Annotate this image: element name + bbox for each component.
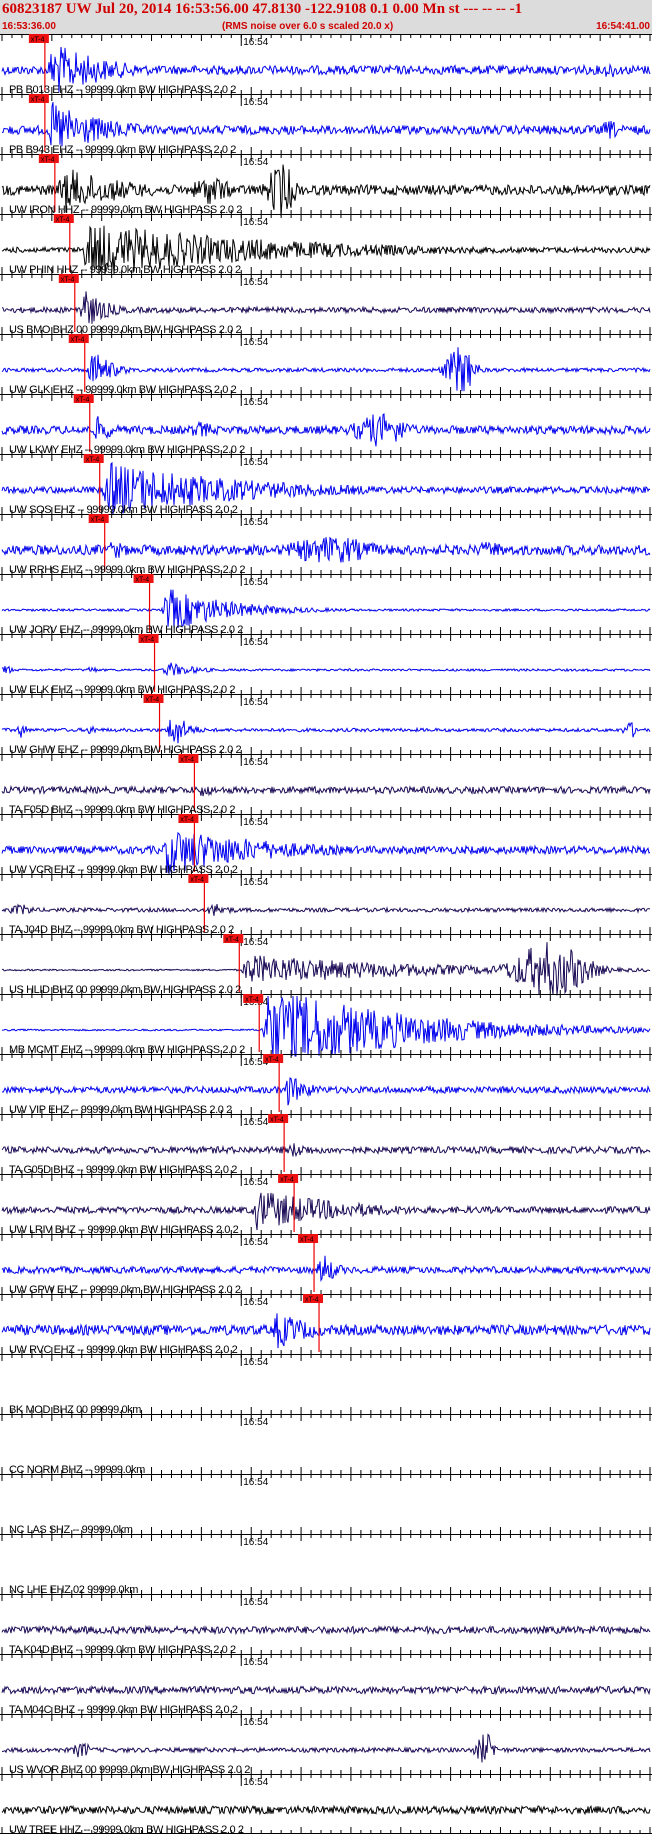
minute-label: 16:54: [243, 1537, 268, 1548]
pick-label: xT-4: [136, 577, 150, 584]
waveform-trace: [1, 1804, 651, 1816]
pick-label: xT-4: [245, 997, 259, 1004]
waveform-trace: [1, 589, 651, 628]
pick-label: xT-4: [31, 97, 45, 104]
minute-label: 16:54: [243, 1477, 268, 1488]
waveform-trace: [1, 1255, 651, 1282]
waveform-trace: [1, 102, 651, 147]
waveform-trace: [1, 1684, 651, 1696]
minute-label: 16:54: [243, 1177, 268, 1188]
pick-label: xT-4: [270, 1117, 284, 1124]
minute-label: 16:54: [243, 1657, 268, 1668]
header-bar: 60823187 UW Jul 20, 2014 16:53:56.00 47.…: [0, 0, 652, 35]
minute-label: 16:54: [243, 817, 268, 828]
start-time-label: 16:53:36.00: [2, 21, 56, 32]
station-label: UW TREE HHZ -- 99999.0km BW HIGHPASS 2.0…: [9, 1824, 244, 1836]
pick-label: xT-4: [61, 277, 75, 284]
pick-label: xT-4: [280, 1177, 294, 1184]
waveform-trace: [1, 662, 651, 677]
minute-label: 16:54: [243, 1357, 268, 1368]
minute-label: 16:54: [243, 97, 268, 108]
seismogram-panel: 16:54xT-4PB B013 EHZ -- 99999.0km BW HIG…: [0, 34, 652, 1836]
pick-label: xT-4: [31, 37, 45, 44]
minute-label: 16:54: [243, 1297, 268, 1308]
waveform-trace: [1, 719, 651, 744]
pick-label: xT-4: [91, 517, 105, 524]
minute-label: 16:54: [243, 877, 268, 888]
pick-label: xT-4: [86, 457, 100, 464]
pick-label: xT-4: [71, 337, 85, 344]
minute-label: 16:54: [243, 157, 268, 168]
waveform-trace: [1, 784, 651, 797]
waveform-trace: [1, 1733, 651, 1763]
pick-label: xT-4: [190, 877, 204, 884]
pick-label: xT-4: [180, 757, 194, 764]
minute-label: 16:54: [243, 397, 268, 408]
waveform-trace: [1, 1077, 651, 1106]
waveform-trace: [1, 903, 651, 916]
waveform-trace: [1, 1143, 651, 1158]
pick-label: xT-4: [141, 637, 155, 644]
pick-label: xT-4: [305, 1297, 319, 1304]
minute-label: 16:54: [243, 37, 268, 48]
waveform-trace: [1, 1313, 651, 1349]
minute-label: 16:54: [243, 577, 268, 588]
waveform-trace: [1, 536, 651, 563]
pick-label: xT-4: [76, 397, 90, 404]
minute-label: 16:54: [243, 457, 268, 468]
minute-label: 16:54: [243, 1117, 268, 1128]
end-time-label: 16:54:41.00: [596, 21, 650, 32]
event-title: 60823187 UW Jul 20, 2014 16:53:56.00 47.…: [2, 1, 523, 17]
minute-label: 16:54: [243, 937, 268, 948]
minute-label: 16:54: [243, 277, 268, 288]
waveform-trace: [1, 291, 651, 324]
minute-label: 16:54: [243, 757, 268, 768]
minute-label: 16:54: [243, 517, 268, 528]
pick-label: xT-4: [265, 1057, 279, 1064]
noise-note: (RMS noise over 6.0 s scaled 20.0 x): [222, 21, 394, 32]
waveform-trace: [1, 413, 651, 447]
pick-label: xT-4: [146, 697, 160, 704]
minute-label: 16:54: [243, 1717, 268, 1728]
minute-label: 16:54: [243, 217, 268, 228]
minute-label: 16:54: [243, 1417, 268, 1428]
minute-label: 16:54: [243, 1777, 268, 1788]
minute-label: 16:54: [243, 637, 268, 648]
pick-label: xT-4: [180, 817, 194, 824]
pick-label: xT-4: [41, 157, 55, 164]
pick-label: xT-4: [300, 1237, 314, 1244]
minute-label: 16:54: [243, 337, 268, 348]
waveform-trace: [1, 1624, 651, 1636]
pick-label: xT-4: [225, 937, 239, 944]
minute-label: 16:54: [243, 1237, 268, 1248]
pick-label: xT-4: [56, 217, 70, 224]
minute-label: 16:54: [243, 1597, 268, 1608]
minute-label: 16:54: [243, 697, 268, 708]
